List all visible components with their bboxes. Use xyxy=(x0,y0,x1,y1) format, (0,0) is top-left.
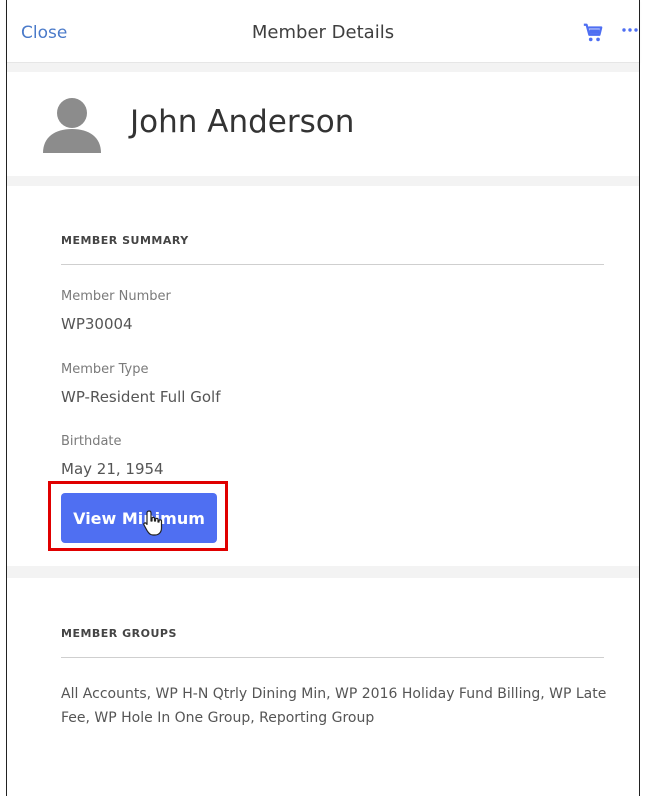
member-header: John Anderson xyxy=(7,72,639,176)
birthdate-label: Birthdate xyxy=(61,434,122,449)
divider xyxy=(61,264,604,265)
view-minimum-button[interactable]: View Minimum xyxy=(61,493,217,543)
birthdate-value: May 21, 1954 xyxy=(61,460,164,478)
divider xyxy=(61,657,604,658)
member-type-label: Member Type xyxy=(61,362,149,377)
section-gap xyxy=(7,63,639,72)
section-title-summary: MEMBER SUMMARY xyxy=(61,234,189,247)
member-groups-list: All Accounts, WP H-N Qtrly Dining Min, W… xyxy=(61,686,607,726)
section-title-groups: MEMBER GROUPS xyxy=(61,627,177,640)
shopping-cart-icon[interactable] xyxy=(582,22,604,44)
top-navbar: Close Member Details xyxy=(7,0,639,63)
hand-cursor-icon xyxy=(143,510,163,536)
app-frame: Close Member Details John Anderson MEMBE… xyxy=(6,0,640,796)
user-silhouette-icon xyxy=(43,98,101,153)
more-horizontal-icon[interactable] xyxy=(621,24,639,36)
member-number-label: Member Number xyxy=(61,289,171,304)
member-name: John Anderson xyxy=(130,104,355,140)
section-gap xyxy=(7,566,639,578)
member-number-value: WP30004 xyxy=(61,315,133,333)
section-gap xyxy=(7,176,639,186)
member-type-value: WP-Resident Full Golf xyxy=(61,388,221,406)
page-title: Member Details xyxy=(251,22,395,43)
